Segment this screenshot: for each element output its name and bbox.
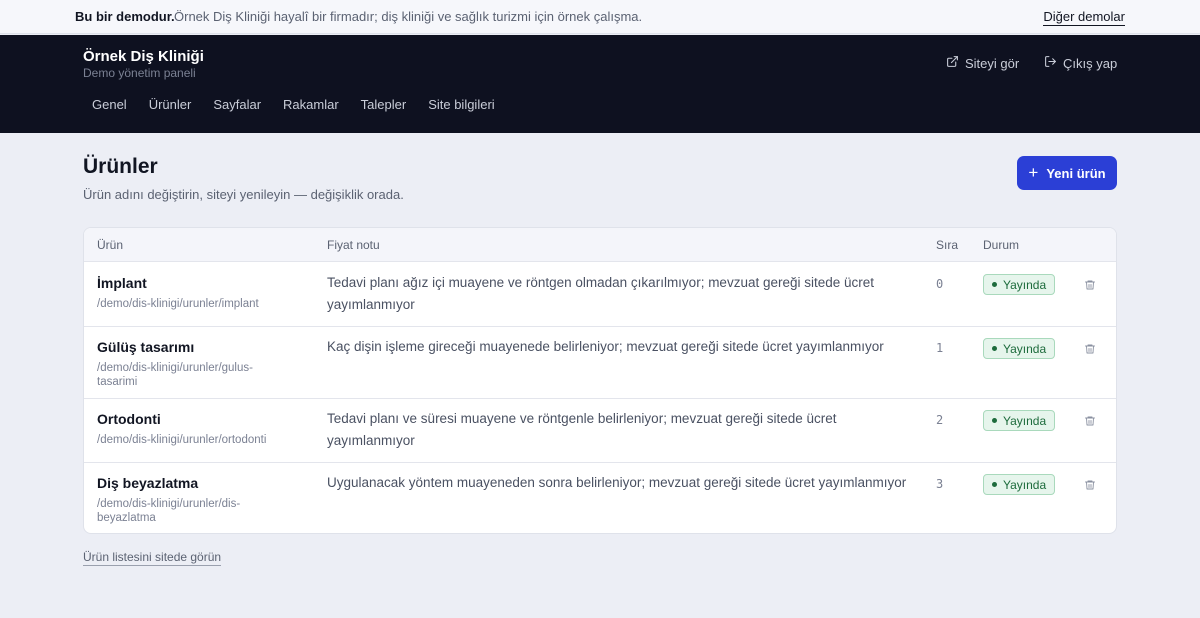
- trash-icon[interactable]: [1084, 342, 1098, 356]
- status-badge: Yayında: [983, 338, 1056, 359]
- brand-subtitle: Demo yönetim paneli: [83, 66, 196, 80]
- nav-item-talepler[interactable]: Talepler: [350, 95, 418, 114]
- trash-icon[interactable]: [1084, 414, 1098, 428]
- status-label: Yayında: [1003, 277, 1047, 292]
- main-nav: Genel Ürünler Sayfalar Rakamlar Talepler…: [81, 95, 506, 114]
- order-value: 2: [936, 413, 944, 427]
- brand-title: Örnek Diş Kliniği: [83, 48, 204, 65]
- status-badge: Yayında: [983, 474, 1056, 495]
- logout-icon: [1044, 55, 1057, 71]
- status-label: Yayında: [1003, 477, 1047, 492]
- column-header-price-note: Fiyat notu: [327, 238, 380, 252]
- nav-item-sayfalar[interactable]: Sayfalar: [202, 95, 272, 114]
- nav-item-site-bilgileri[interactable]: Site bilgileri: [417, 95, 505, 114]
- nav-item-rakamlar[interactable]: Rakamlar: [272, 95, 350, 114]
- dot-icon: [992, 418, 997, 423]
- dot-icon: [992, 482, 997, 487]
- admin-header: Örnek Diş Kliniği Demo yönetim paneli Si…: [0, 35, 1200, 133]
- demo-banner-title: Bu bir demodur.: [75, 9, 175, 24]
- product-path: /demo/dis-klinigi/urunler/ortodonti: [97, 434, 267, 446]
- table-row[interactable]: Diş beyazlatma /demo/dis-klinigi/urunler…: [84, 463, 1116, 533]
- view-site-link[interactable]: Siteyi gör: [946, 55, 1019, 71]
- order-value: 3: [936, 477, 944, 491]
- dot-icon: [992, 346, 997, 351]
- table-header: Ürün Fiyat notu Sıra Durum: [84, 228, 1116, 262]
- status-label: Yayında: [1003, 341, 1047, 356]
- external-link-icon: [946, 55, 959, 71]
- dot-icon: [992, 282, 997, 287]
- page-subtitle: Ürün adını değiştirin, siteyi yenileyin …: [83, 187, 404, 202]
- view-product-list-link[interactable]: Ürün listesini sitede görün: [83, 550, 222, 566]
- nav-item-genel[interactable]: Genel: [81, 95, 138, 114]
- status-label: Yayında: [1003, 413, 1047, 428]
- order-value: 1: [936, 341, 944, 355]
- price-note: Tedavi planı ve süresi muayene ve röntge…: [327, 411, 837, 448]
- products-table: Ürün Fiyat notu Sıra Durum İmplant /demo…: [83, 227, 1117, 534]
- price-note: Uygulanacak yöntem muayeneden sonra beli…: [327, 475, 907, 490]
- table-row[interactable]: Ortodonti /demo/dis-klinigi/urunler/orto…: [84, 399, 1116, 463]
- status-badge: Yayında: [983, 274, 1056, 295]
- demo-banner-message: Örnek Diş Kliniği hayalî bir firmadır; d…: [174, 9, 643, 24]
- product-name[interactable]: Ortodonti: [97, 411, 161, 427]
- column-header-status: Durum: [983, 238, 1020, 252]
- demo-banner: Bu bir demodur. Örnek Diş Kliniği hayalî…: [0, 0, 1200, 34]
- product-path: /demo/dis-klinigi/urunler/implant: [97, 298, 259, 310]
- plus-icon: +: [1028, 162, 1039, 182]
- order-value: 0: [936, 277, 944, 291]
- page-title: Ürünler: [83, 155, 158, 178]
- new-product-label: Yeni ürün: [1046, 165, 1106, 181]
- view-site-label: Siteyi gör: [965, 55, 1020, 71]
- logout-link[interactable]: Çıkış yap: [1044, 55, 1117, 71]
- product-path: /demo/dis-klinigi/urunler/dis-beyazlatma: [97, 498, 241, 524]
- product-name[interactable]: İmplant: [97, 275, 147, 291]
- column-header-order: Sıra: [936, 238, 959, 252]
- column-header-product: Ürün: [97, 238, 124, 252]
- table-row[interactable]: Gülüş tasarımı /demo/dis-klinigi/urunler…: [84, 327, 1116, 399]
- price-note: Tedavi planı ağız içi muayene ve röntgen…: [327, 275, 875, 312]
- nav-item-urunler[interactable]: Ürünler: [138, 95, 203, 114]
- logout-label: Çıkış yap: [1063, 55, 1118, 71]
- new-product-button[interactable]: + Yeni ürün: [1017, 156, 1117, 190]
- product-path: /demo/dis-klinigi/urunler/gulus-tasarimi: [97, 362, 253, 388]
- other-demos-link[interactable]: Diğer demolar: [1043, 9, 1125, 26]
- status-badge: Yayında: [983, 410, 1056, 431]
- price-note: Kaç dişin işleme gireceği muayenede beli…: [327, 339, 884, 354]
- table-row[interactable]: İmplant /demo/dis-klinigi/urunler/implan…: [84, 263, 1116, 327]
- trash-icon[interactable]: [1084, 278, 1098, 292]
- product-name[interactable]: Gülüş tasarımı: [97, 339, 194, 355]
- product-name[interactable]: Diş beyazlatma: [97, 475, 198, 491]
- trash-icon[interactable]: [1084, 478, 1098, 492]
